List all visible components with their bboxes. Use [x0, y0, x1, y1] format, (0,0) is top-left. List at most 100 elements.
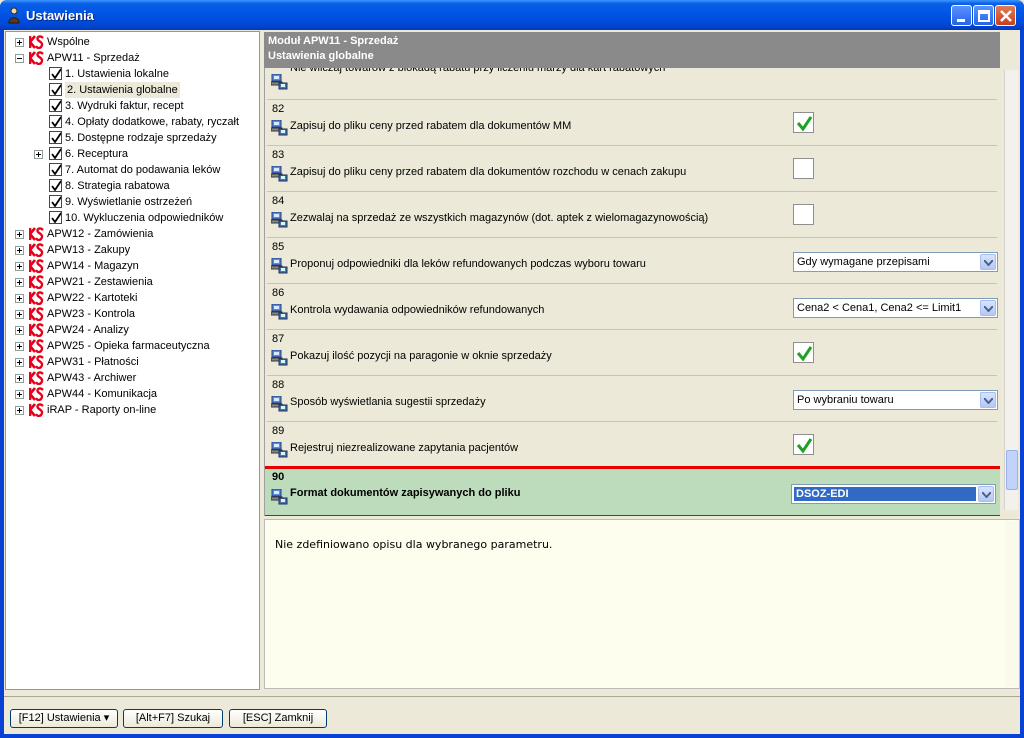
- tree-item[interactable]: APW12 - Zamówienia: [6, 226, 256, 242]
- tree-item[interactable]: 2. Ustawienia globalne: [6, 82, 256, 98]
- parameter-row[interactable]: 85 Proponuj odpowiedniki dla leków refund…: [267, 238, 998, 284]
- tree-item[interactable]: APW21 - Zestawienia: [6, 274, 256, 290]
- title-bar[interactable]: Ustawienia: [0, 0, 1024, 30]
- tree-item[interactable]: APW14 - Magazyn: [6, 258, 256, 274]
- expand-icon[interactable]: [15, 390, 24, 399]
- checked-icon: [49, 131, 62, 144]
- tree-item[interactable]: APW44 - Komunikacja: [6, 386, 256, 402]
- window-client: Wspólne APW11 - Sprzedaż 1. Ustawienia lok…: [4, 30, 1020, 734]
- window-title: Ustawienia: [26, 8, 94, 23]
- tree-item[interactable]: 5. Dostępne rodzaje sprzedaży: [6, 130, 256, 146]
- ks-logo-icon: [29, 355, 44, 369]
- parameter-dropdown[interactable]: Po wybraniu towaru: [793, 390, 998, 410]
- expand-icon[interactable]: [15, 262, 24, 271]
- tree-item-label: 7. Automat do podawania leków: [65, 164, 221, 176]
- tree-item[interactable]: 4. Opłaty dodatkowe, rabaty, ryczałt: [6, 114, 256, 130]
- parameter-dropdown[interactable]: Cena2 < Cena1, Cena2 <= Limit1: [793, 298, 998, 318]
- expand-icon[interactable]: [15, 342, 24, 351]
- tree-item-label: 10. Wykluczenia odpowiedników: [65, 212, 224, 224]
- ks-logo-icon: [29, 51, 44, 65]
- tree-item-label: 3. Wydruki faktur, recept: [65, 100, 184, 112]
- tree-item[interactable]: APW22 - Kartoteki: [6, 290, 256, 306]
- chevron-down-icon: [984, 306, 993, 312]
- tree-item[interactable]: APW31 - Płatności: [6, 354, 256, 370]
- checked-icon: [49, 211, 62, 224]
- tree-item[interactable]: 9. Wyświetlanie ostrzeżeń: [6, 194, 256, 210]
- tree-item[interactable]: APW25 - Opieka farmaceutyczna: [6, 338, 256, 354]
- tree-item[interactable]: APW13 - Zakupy: [6, 242, 256, 258]
- parameter-checkbox[interactable]: [793, 342, 814, 363]
- grid-scrollbar[interactable]: [1004, 70, 1018, 510]
- expand-icon[interactable]: [15, 326, 24, 335]
- tree-item[interactable]: 1. Ustawienia lokalne: [6, 66, 256, 82]
- expand-icon[interactable]: [15, 278, 24, 287]
- parameter-checkbox[interactable]: [793, 204, 814, 225]
- parameter-row[interactable]: 90 Format dokumentów zapisywanych do plik…: [265, 466, 1000, 516]
- tree-item[interactable]: 7. Automat do podawania leków: [6, 162, 256, 178]
- collapse-icon[interactable]: [15, 54, 24, 63]
- expand-icon[interactable]: [15, 374, 24, 383]
- dropdown-value: Cena2 < Cena1, Cena2 <= Limit1: [797, 302, 962, 314]
- dropdown-value: Gdy wymagane przepisami: [797, 256, 930, 268]
- dropdown-arrow-icon: ▾: [103, 712, 110, 724]
- parameter-checkbox[interactable]: [793, 112, 814, 133]
- expand-icon[interactable]: [15, 38, 24, 47]
- tree-item[interactable]: APW43 - Archiwer: [6, 370, 256, 386]
- green-check-icon: [796, 116, 813, 132]
- tree-item-label: APW11 - Sprzedaż: [47, 52, 140, 64]
- expand-icon[interactable]: [34, 150, 43, 159]
- settings-menu-button[interactable]: [F12] Ustawienia ▾: [10, 709, 118, 728]
- expand-icon[interactable]: [15, 230, 24, 239]
- dropdown-arrow-button[interactable]: [980, 300, 996, 316]
- parameter-row[interactable]: 82 Zapisuj do pliku ceny przed rabatem dl…: [267, 100, 997, 146]
- tree-item[interactable]: 3. Wydruki faktur, recept: [6, 98, 256, 114]
- parameter-row[interactable]: 89 Rejestruj niezrealizowane zapytania pa…: [267, 422, 997, 468]
- search-button-label: [Alt+F7] Szukaj: [135, 712, 211, 724]
- expand-icon[interactable]: [15, 406, 24, 415]
- dropdown-arrow-button[interactable]: [980, 392, 996, 408]
- parameter-row[interactable]: 87 Pokazuj ilość pozycji na paragonie w o…: [267, 330, 997, 376]
- expand-icon[interactable]: [15, 358, 24, 367]
- parameter-row[interactable]: 83 Zapisuj do pliku ceny przed rabatem dl…: [267, 146, 997, 192]
- settings-tree[interactable]: Wspólne APW11 - Sprzedaż 1. Ustawienia lok…: [5, 31, 260, 690]
- tree-item-label: APW22 - Kartoteki: [47, 292, 138, 304]
- parameter-checkbox[interactable]: [793, 434, 814, 455]
- parameter-dropdown[interactable]: Gdy wymagane przepisami: [793, 252, 998, 272]
- search-button[interactable]: [Alt+F7] Szukaj: [123, 709, 223, 728]
- tree-item-label: APW31 - Płatności: [47, 356, 139, 368]
- tree-item[interactable]: APW24 - Analizy: [6, 322, 256, 338]
- grid-scrollbar-thumb[interactable]: [1006, 450, 1018, 490]
- expand-icon[interactable]: [15, 294, 24, 303]
- tree-item[interactable]: 6. Receptura: [6, 146, 256, 162]
- dropdown-arrow-button[interactable]: [978, 486, 994, 502]
- parameter-grid[interactable]: Nie wliczaj towarów z blokadą rabatu prz…: [264, 68, 1000, 516]
- parameter-number: 89: [272, 425, 285, 437]
- parameter-checkbox[interactable]: [793, 158, 814, 179]
- parameter-row[interactable]: Nie wliczaj towarów z blokadą rabatu prz…: [267, 68, 997, 100]
- tree-item[interactable]: APW23 - Kontrola: [6, 306, 256, 322]
- tree-item[interactable]: iRAP - Raporty on-line: [6, 402, 256, 418]
- settings-panel: Moduł APW11 - Sprzedaż Ustawienia global…: [264, 32, 1020, 689]
- parameter-row[interactable]: 84 Zezwalaj na sprzedaż ze wszystkich mag…: [267, 192, 997, 238]
- parameter-row[interactable]: 88 Sposób wyświetlania sugestii sprzedaży…: [267, 376, 998, 422]
- tree-item[interactable]: 10. Wykluczenia odpowiedników: [6, 210, 256, 226]
- close-window-button[interactable]: [ESC] Zamknij: [229, 709, 327, 728]
- parameter-number: 88: [272, 379, 285, 391]
- chevron-down-icon: [984, 260, 993, 266]
- ks-logo-icon: [29, 403, 44, 417]
- description-scrollbar[interactable]: [1005, 521, 1019, 687]
- minimize-button[interactable]: [951, 5, 972, 26]
- parameter-dropdown[interactable]: DSOZ-EDI: [791, 484, 996, 504]
- tree-item[interactable]: Wspólne: [6, 34, 256, 50]
- tree-item-label: 6. Receptura: [65, 148, 128, 160]
- parameter-row[interactable]: 86 Kontrola wydawania odpowiedników refun…: [267, 284, 998, 330]
- expand-icon[interactable]: [15, 310, 24, 319]
- close-button[interactable]: [995, 5, 1016, 26]
- dropdown-arrow-button[interactable]: [980, 254, 996, 270]
- tree-item[interactable]: APW11 - Sprzedaż: [6, 50, 256, 66]
- tree-item[interactable]: 8. Strategia rabatowa: [6, 178, 256, 194]
- close-window-label: [ESC] Zamknij: [242, 712, 314, 724]
- maximize-button[interactable]: [973, 5, 994, 26]
- checked-icon: [49, 147, 62, 160]
- expand-icon[interactable]: [15, 246, 24, 255]
